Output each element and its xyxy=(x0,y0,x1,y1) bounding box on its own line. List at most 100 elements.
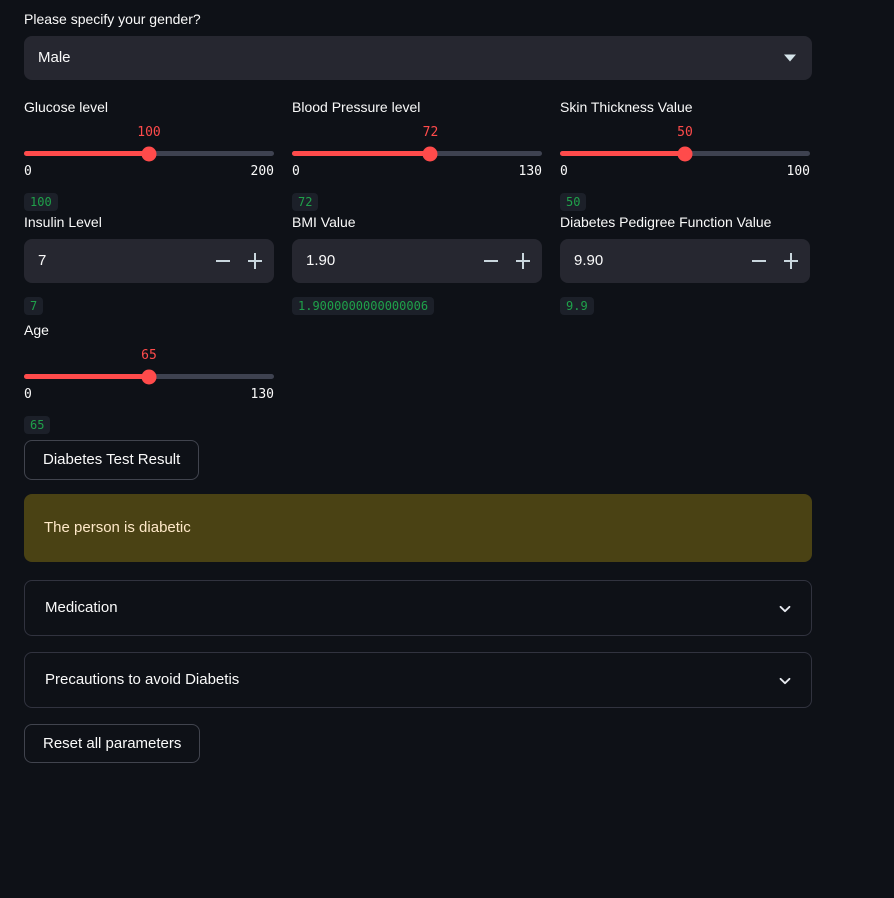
slider-label-glucose: Glucose level xyxy=(24,98,109,115)
chevron-down-icon[interactable] xyxy=(779,603,791,615)
code-row-blood-pressure: 72 xyxy=(292,179,542,213)
code-badge-diabetes-pedigree-function: 9.9 xyxy=(560,296,594,315)
slider-label-skin-thickness: Skin Thickness Value xyxy=(560,98,693,115)
slider-track-age[interactable] xyxy=(24,369,274,385)
slider-value-glucose: 100 xyxy=(137,125,161,141)
number-label-diabetes-pedigree-function: Diabetes Pedigree Function Value xyxy=(560,214,772,231)
number-field-bmi: BMI Value 1.90 1.9000000000000006 xyxy=(292,213,542,317)
number-input-row: Insulin Level 7 7 BMI Value 1.90 1.90000… xyxy=(24,213,812,317)
code-badge-skin-thickness: 50 xyxy=(560,193,587,212)
minus-icon[interactable] xyxy=(750,252,768,270)
slider-fill-glucose xyxy=(24,151,149,157)
code-badge-bmi: 1.9000000000000006 xyxy=(292,296,435,315)
bmi-input-value: 1.90 xyxy=(306,252,336,270)
diabetes-prediction-app: Please specify your gender? Male Glucose… xyxy=(0,0,894,898)
slider-row: Glucose level 100 0 200 100 Blood Pressu… xyxy=(24,98,812,214)
gender-field: Please specify your gender? Male xyxy=(24,10,812,80)
slider-field-glucose: Glucose level 100 0 200 100 xyxy=(24,98,274,214)
code-row-diabetes-pedigree-function: 9.9 xyxy=(560,283,810,317)
slider-thumb-blood-pressure[interactable] xyxy=(422,146,438,162)
slider-min-skin-thickness: 0 xyxy=(560,164,568,180)
code-badge-age: 65 xyxy=(24,416,51,435)
expander-medication[interactable]: Medication xyxy=(24,579,812,636)
reset-button-row: Reset all parameters xyxy=(24,723,812,764)
code-row-bmi: 1.9000000000000006 xyxy=(292,283,542,317)
caret-down-icon xyxy=(784,54,796,62)
slider-fill-blood-pressure xyxy=(292,151,431,157)
slider-field-skin-thickness: Skin Thickness Value 50 0 100 50 xyxy=(560,98,810,214)
slider-skin-thickness[interactable]: 50 0 100 xyxy=(560,123,810,179)
slider-fill-age xyxy=(24,374,149,380)
plus-icon[interactable] xyxy=(514,252,532,270)
slider-min-blood-pressure: 0 xyxy=(292,164,300,180)
slider-value-skin-thickness: 50 xyxy=(677,125,693,141)
gender-selected-value: Male xyxy=(38,49,71,67)
code-badge-glucose: 100 xyxy=(24,193,58,212)
slider-range-age: 0 130 xyxy=(24,387,274,402)
diabetes-test-result-button[interactable]: Diabetes Test Result xyxy=(24,440,200,480)
slider-value-row-glucose: 100 xyxy=(24,125,274,145)
slider-max-age: 130 xyxy=(250,387,274,403)
plus-icon[interactable] xyxy=(782,252,800,270)
slider-min-glucose: 0 xyxy=(24,164,32,180)
diabetes-pedigree-function-input-value: 9.90 xyxy=(574,252,604,270)
slider-track-skin-thickness[interactable] xyxy=(560,146,810,162)
slider-blood-pressure[interactable]: 72 0 130 xyxy=(292,123,542,179)
result-message-box: The person is diabetic xyxy=(24,493,812,562)
slider-field-blood-pressure: Blood Pressure level 72 0 130 72 xyxy=(292,98,542,214)
slider-range-skin-thickness: 0 100 xyxy=(560,164,810,179)
slider-glucose[interactable]: 100 0 200 xyxy=(24,123,274,179)
slider-max-blood-pressure: 130 xyxy=(518,164,542,180)
slider-min-age: 0 xyxy=(24,387,32,403)
slider-range-blood-pressure: 0 130 xyxy=(292,164,542,179)
code-badge-insulin: 7 xyxy=(24,296,44,315)
slider-track-glucose[interactable] xyxy=(24,146,274,162)
minus-icon[interactable] xyxy=(482,252,500,270)
bmi-input[interactable]: 1.90 xyxy=(292,238,542,283)
insulin-input-value: 7 xyxy=(38,252,47,270)
slider-thumb-age[interactable] xyxy=(141,369,157,385)
slider-thumb-skin-thickness[interactable] xyxy=(677,146,693,162)
code-row-insulin: 7 xyxy=(24,283,274,317)
slider-range-glucose: 0 200 xyxy=(24,164,274,179)
age-row: Age 65 0 130 65 xyxy=(24,321,812,437)
code-row-age: 65 xyxy=(24,402,274,436)
slider-value-age: 65 xyxy=(141,348,157,364)
number-label-insulin: Insulin Level xyxy=(24,214,102,231)
slider-max-skin-thickness: 100 xyxy=(786,164,810,180)
chevron-down-icon[interactable] xyxy=(779,675,791,687)
result-button-row: Diabetes Test Result xyxy=(24,440,812,480)
expander-label-precautions: Precautions to avoid Diabetis xyxy=(45,671,240,689)
code-row-skin-thickness: 50 xyxy=(560,179,810,213)
slider-value-row-skin-thickness: 50 xyxy=(560,125,810,145)
slider-value-row-age: 65 xyxy=(24,348,274,368)
diabetes-pedigree-function-stepper xyxy=(750,239,800,283)
gender-label: Please specify your gender? xyxy=(24,11,201,27)
slider-track-blood-pressure[interactable] xyxy=(292,146,542,162)
insulin-input[interactable]: 7 xyxy=(24,238,274,283)
slider-age[interactable]: 65 0 130 xyxy=(24,346,274,402)
number-field-diabetes-pedigree-function: Diabetes Pedigree Function Value 9.90 9.… xyxy=(560,213,810,317)
slider-field-age: Age 65 0 130 65 xyxy=(24,321,274,437)
number-label-bmi: BMI Value xyxy=(292,214,356,231)
expander-precautions[interactable]: Precautions to avoid Diabetis xyxy=(24,651,812,708)
diabetes-pedigree-function-input[interactable]: 9.90 xyxy=(560,238,810,283)
gender-select[interactable]: Male xyxy=(24,35,812,80)
expander-label-medication: Medication xyxy=(45,599,118,617)
minus-icon[interactable] xyxy=(214,252,232,270)
slider-thumb-glucose[interactable] xyxy=(141,146,157,162)
result-message-text: The person is diabetic xyxy=(44,519,191,537)
plus-icon[interactable] xyxy=(246,252,264,270)
reset-all-parameters-button[interactable]: Reset all parameters xyxy=(24,723,201,764)
slider-value-row-blood-pressure: 72 xyxy=(292,125,542,145)
slider-value-blood-pressure: 72 xyxy=(422,125,439,141)
code-row-glucose: 100 xyxy=(24,179,274,213)
insulin-stepper xyxy=(214,239,264,283)
slider-max-glucose: 200 xyxy=(250,164,274,180)
bmi-stepper xyxy=(482,239,532,283)
slider-label-blood-pressure: Blood Pressure level xyxy=(292,98,421,115)
number-field-insulin: Insulin Level 7 7 xyxy=(24,213,274,317)
slider-fill-skin-thickness xyxy=(560,151,685,157)
code-badge-blood-pressure: 72 xyxy=(292,193,319,212)
slider-label-age: Age xyxy=(24,321,49,338)
